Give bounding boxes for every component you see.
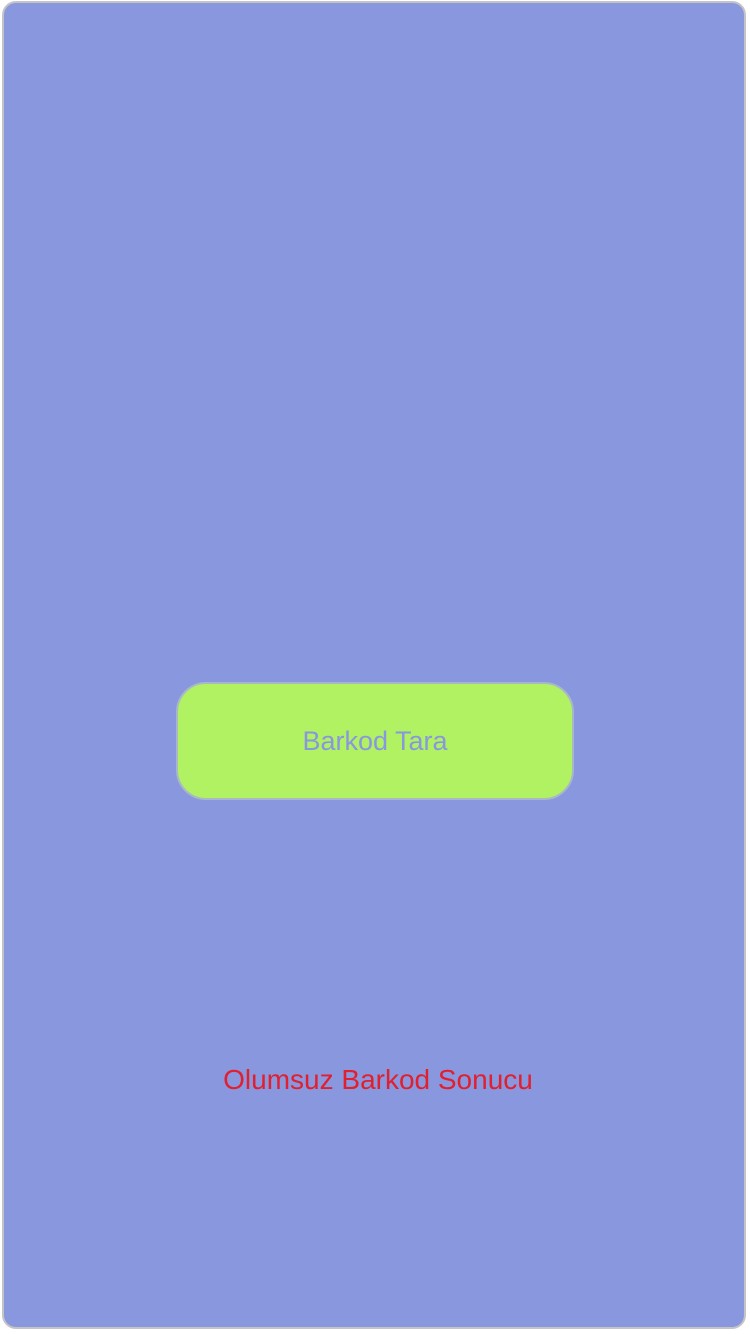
scan-barcode-button-label: Barkod Tara xyxy=(302,725,448,756)
scan-barcode-button[interactable]: Barkod Tara xyxy=(176,682,574,800)
app-screen: Barkod Tara Olumsuz Barkod Sonucu xyxy=(2,1,746,1329)
barcode-result-text: Olumsuz Barkod Sonucu xyxy=(223,1064,533,1095)
